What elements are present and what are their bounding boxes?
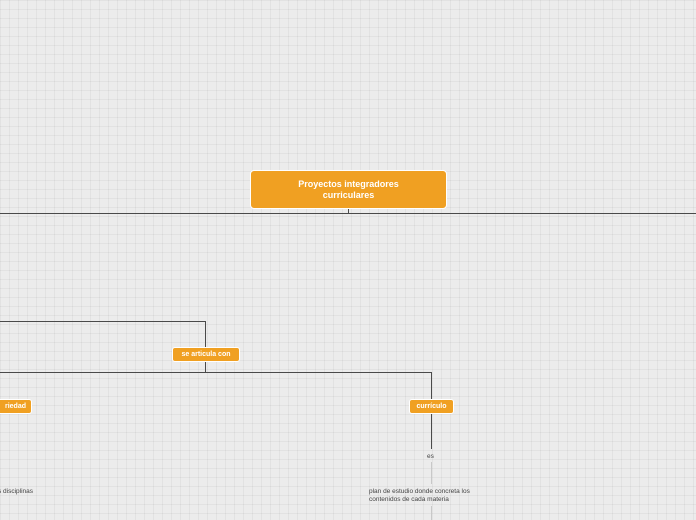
connector-children-horizontal	[0, 372, 432, 399]
root-topic-label: Proyectos integradores curriculares	[298, 178, 399, 200]
topic-se-articula-con[interactable]: se articula con	[172, 347, 240, 362]
plan-line-2: contenidos de cada materia	[369, 496, 449, 503]
connector-lines	[0, 209, 696, 520]
mind-map-canvas: Proyectos integradores curriculares se a…	[0, 0, 696, 520]
topic-truncated-left[interactable]: riedad	[0, 399, 32, 414]
plan-line-1: plan de estudio donde concreta los	[369, 488, 470, 495]
topic-curriculo[interactable]: currículo	[409, 399, 454, 414]
root-topic[interactable]: Proyectos integradores curriculares	[250, 170, 447, 209]
link-label-es: es	[427, 453, 434, 460]
topic-edad-label: riedad	[4, 403, 26, 410]
topic-articula-label: se articula con	[181, 351, 231, 358]
node-plan-de-estudio[interactable]: plan de estudio donde concreta los conte…	[369, 488, 470, 504]
node-disciplinas[interactable]: s disciplinas	[0, 488, 33, 496]
connector-articula-upper	[0, 321, 206, 347]
topic-curriculo-label: currículo	[416, 403, 447, 410]
